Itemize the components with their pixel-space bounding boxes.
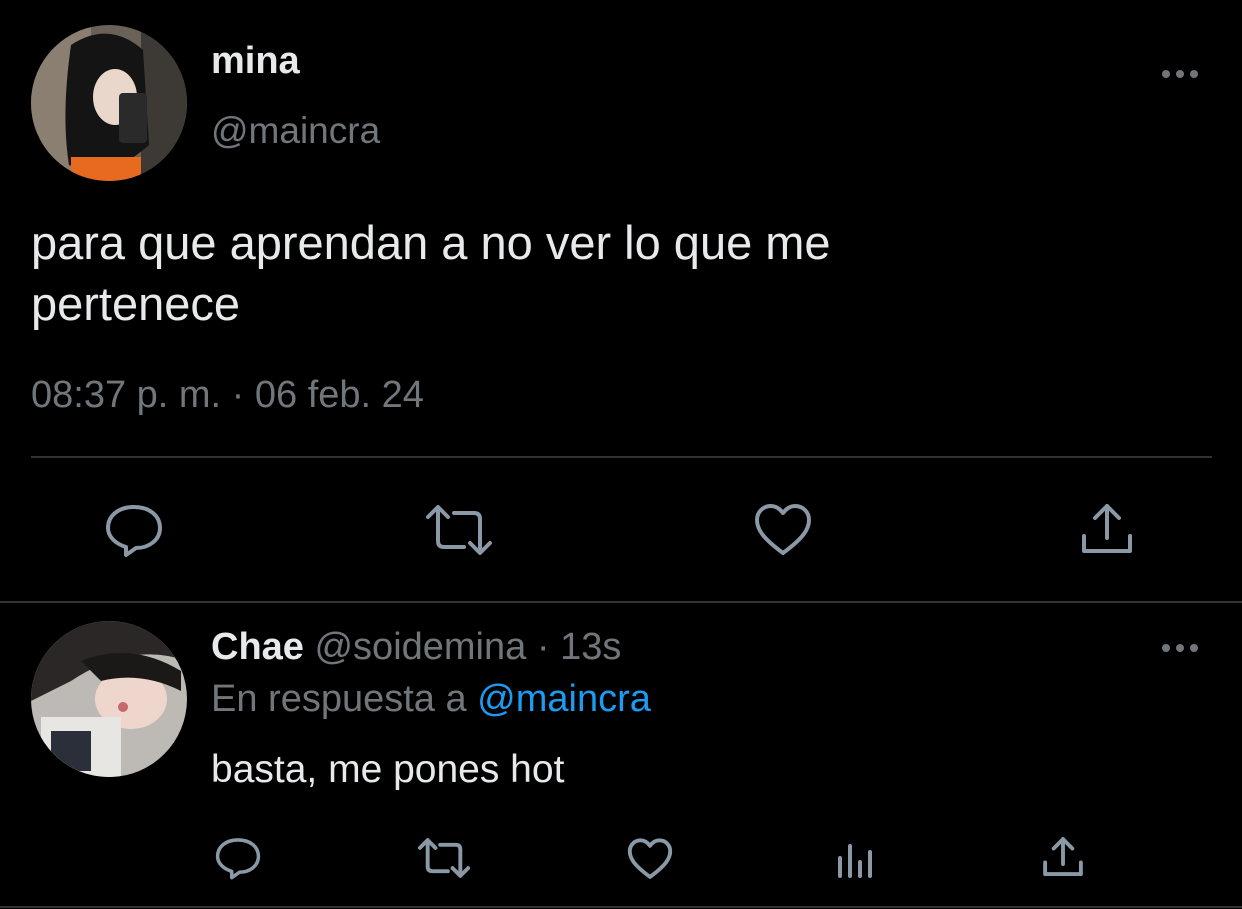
bottom-divider — [0, 906, 1242, 908]
tweet-text: para que aprendan a no ver lo que me per… — [31, 212, 831, 334]
reply-context: En respuesta a @maincra — [211, 678, 651, 721]
reply-retweet-icon[interactable] — [416, 837, 472, 879]
avatar-mina[interactable] — [31, 25, 187, 181]
tweet-timestamp[interactable]: 08:37 p. m. · 06 feb. 24 — [31, 374, 424, 417]
reply-like-icon[interactable] — [627, 838, 673, 880]
analytics-icon[interactable] — [836, 840, 876, 878]
reply-share-icon[interactable] — [1041, 836, 1085, 878]
tweet-text-line-1: para que aprendan a no ver lo que me — [31, 216, 831, 269]
display-name[interactable]: mina — [211, 40, 300, 83]
share-icon[interactable] — [1079, 502, 1135, 556]
reply-handle[interactable]: @soidemina — [314, 626, 526, 668]
reply-display-name[interactable]: Chae — [211, 626, 304, 668]
reply-context-prefix: En respuesta a — [211, 678, 467, 720]
reply-to-link[interactable]: @maincra — [477, 678, 651, 720]
tweet-text-line-2: pertenece — [31, 277, 241, 330]
reply-text: basta, me pones hot — [211, 748, 565, 791]
reply-separator: · — [536, 626, 550, 668]
avatar-chae[interactable] — [31, 621, 187, 777]
reply-header: Chae @soidemina · 13s — [211, 626, 621, 669]
retweet-icon[interactable] — [424, 503, 494, 557]
reply-reply-icon[interactable] — [214, 836, 262, 880]
user-handle[interactable]: @maincra — [211, 110, 380, 152]
reply-more-options-icon[interactable] — [1160, 638, 1200, 658]
section-divider — [0, 601, 1242, 603]
divider — [31, 456, 1212, 458]
reply-time[interactable]: 13s — [560, 626, 621, 668]
like-icon[interactable] — [754, 503, 812, 557]
reply-icon[interactable] — [104, 502, 164, 558]
more-options-icon[interactable] — [1160, 64, 1200, 84]
